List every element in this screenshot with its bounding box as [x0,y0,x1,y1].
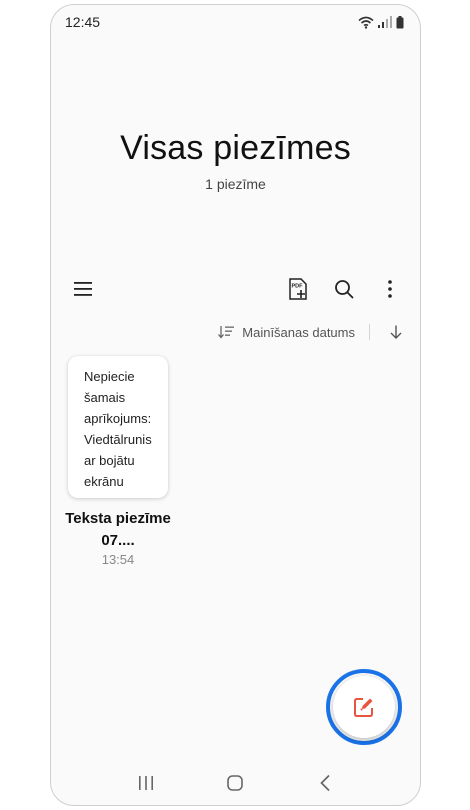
sort-label[interactable]: Mainīšanas datums [242,325,355,340]
status-bar: 12:45 [51,5,420,39]
note-card[interactable]: Nepiecie šamais aprīkojums: Viedtālrunis… [68,356,168,498]
status-icons [358,15,404,29]
header: Visas piezīmes 1 piezīme [51,129,420,192]
svg-text:PDF: PDF [292,284,304,290]
toolbar: PDF [51,273,420,305]
back-icon [320,774,330,792]
signal-icon [378,16,392,28]
note-time: 13:54 [101,552,135,567]
pdf-add-icon: PDF [289,278,307,300]
wifi-icon [358,16,374,29]
page-title: Visas piezīmes [120,129,351,167]
sort-row: Mainīšanas datums [218,321,402,343]
note-count: 1 piezīme [205,176,266,192]
more-vert-icon [388,280,392,298]
status-time: 12:45 [65,14,101,30]
recents-icon [138,776,153,790]
navigation-bar [51,769,420,797]
note-title[interactable]: Teksta piezīme 07.... [61,508,175,552]
sort-icon[interactable] [218,325,235,339]
compose-icon [354,698,373,717]
back-button[interactable] [311,769,339,797]
battery-icon [396,15,404,28]
recents-button[interactable] [132,769,160,797]
sort-divider [369,324,370,340]
home-icon [227,775,244,791]
more-options-button[interactable] [378,277,402,301]
search-button[interactable] [332,277,356,301]
fab[interactable] [333,676,395,738]
phone-screen: 12:45 Visas piezīmes 1 piezīme PDF Mainī… [50,4,421,806]
pdf-import-button[interactable]: PDF [286,277,310,301]
sort-direction-icon[interactable] [390,325,402,339]
home-button[interactable] [221,769,249,797]
menu-icon [74,282,92,296]
menu-button[interactable] [71,277,95,301]
search-icon [335,280,354,299]
toolbar-actions: PDF [286,277,402,301]
new-note-button[interactable] [326,669,402,745]
